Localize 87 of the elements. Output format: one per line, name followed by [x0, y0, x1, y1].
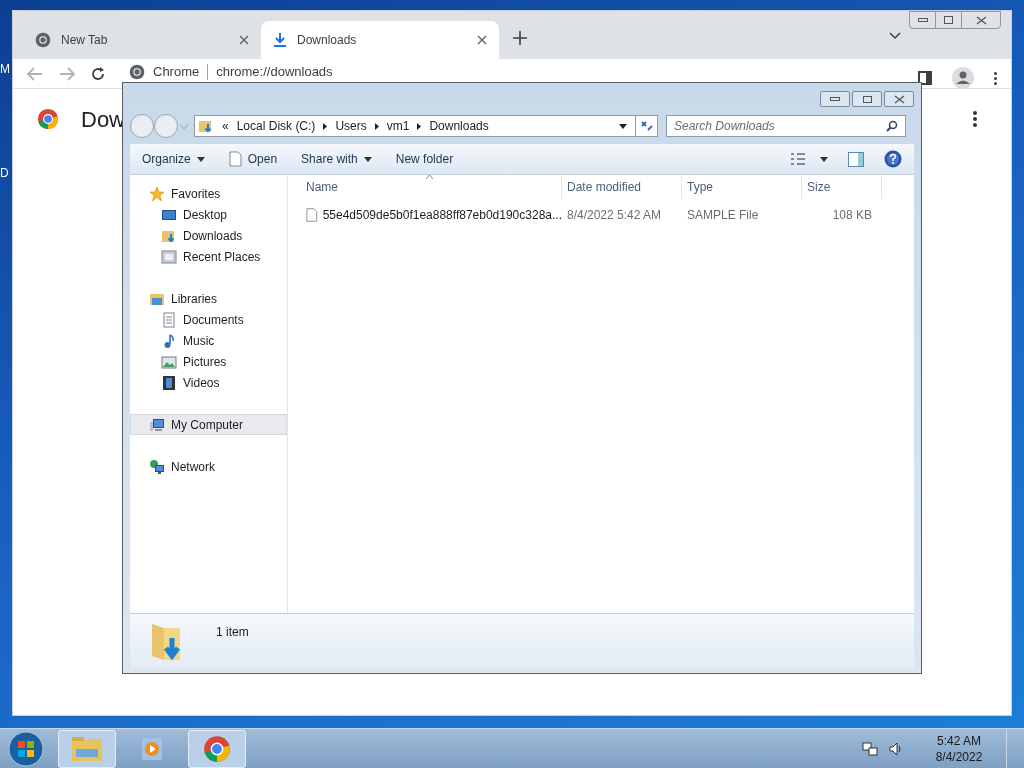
command-button[interactable]: New folder: [395, 150, 454, 168]
chrome-logo-icon: [203, 734, 231, 763]
column-header[interactable]: Name: [301, 175, 562, 199]
recent-places-icon: [161, 248, 177, 265]
nav-item[interactable]: Favorites: [130, 183, 287, 204]
nav-item[interactable]: Network: [130, 456, 287, 477]
network-icon: [149, 458, 165, 475]
caret-icon: [363, 156, 372, 162]
speaker-icon[interactable]: [888, 740, 904, 757]
chrome-icon: [35, 32, 51, 48]
nav-item[interactable]: Recent Places: [130, 246, 287, 267]
close-icon[interactable]: [477, 35, 487, 45]
desktop-icon-label: D: [0, 165, 9, 182]
command-button[interactable]: Share with: [301, 150, 372, 168]
search-input[interactable]: Search Downloads: [674, 117, 886, 135]
taskbar-button[interactable]: [188, 729, 246, 768]
sort-caret-icon: [426, 175, 433, 179]
play-icon: [140, 735, 164, 762]
nav-item[interactable]: Libraries: [130, 288, 287, 309]
breadcrumb-item[interactable]: vm1: [386, 117, 410, 135]
profile-avatar-icon[interactable]: [952, 67, 974, 89]
column-header[interactable]: Type: [682, 175, 802, 199]
side-panel-icon[interactable]: [918, 71, 932, 85]
browser-tab[interactable]: Downloads: [261, 21, 499, 59]
pictures-icon: [161, 353, 177, 370]
type-cell-text: SAMPLE File: [686, 207, 760, 224]
command-button[interactable]: Organize: [142, 150, 205, 168]
date-cell-text: 8/4/2022 5:42 AM: [566, 207, 663, 224]
nav-item[interactable]: Music: [130, 330, 287, 351]
more-icon[interactable]: [973, 111, 977, 127]
column-header[interactable]: Size: [802, 175, 882, 199]
item-count: 1 item: [216, 624, 249, 641]
folder-download-icon: [198, 118, 214, 134]
new-tab-icon[interactable]: [513, 31, 527, 45]
document-icon: [161, 311, 177, 328]
chevron-right-icon: [417, 122, 422, 130]
nav-item[interactable]: Downloads: [130, 225, 287, 246]
site-label: Chrome: [153, 65, 200, 78]
clock[interactable]: 5:42 AM 8/4/2022: [916, 732, 1002, 765]
close-icon[interactable]: [239, 35, 249, 45]
url-text[interactable]: chrome://downloads: [216, 65, 333, 78]
network-icon[interactable]: [862, 740, 878, 757]
download-icon: [273, 32, 287, 48]
star-icon: [149, 185, 165, 202]
address-bar[interactable]: « Local Disk (C:) Users vm1 Downloads: [194, 115, 658, 137]
file-row[interactable]: 55e4d509de5b0f1ea888ff87eb0d190c328a... 8/4/2022 5:42 AM SAMPLE File 108 KB: [301, 204, 914, 226]
computer-icon: [149, 416, 165, 433]
chrome-logo-icon: [37, 108, 59, 130]
nav-item[interactable]: Videos: [130, 372, 287, 393]
reload-icon[interactable]: [91, 66, 105, 81]
nav-item[interactable]: Desktop: [130, 204, 287, 225]
search-field[interactable]: Search Downloads: [666, 115, 906, 137]
close-icon: [975, 15, 987, 25]
caret-icon[interactable]: [619, 123, 627, 129]
file-icon: [306, 207, 318, 223]
caret-icon: [196, 156, 205, 162]
breadcrumb-item[interactable]: Downloads: [429, 117, 489, 135]
minimize-button[interactable]: [820, 91, 850, 107]
film-icon: [161, 374, 177, 391]
overflow-chevron[interactable]: «: [222, 117, 229, 135]
nav-item[interactable]: Documents: [130, 309, 287, 330]
size-cell-text: 108 KB: [831, 207, 873, 224]
maximize-button[interactable]: [852, 91, 882, 107]
document-icon: [228, 151, 242, 167]
chevron-right-icon: [323, 122, 328, 130]
breadcrumb-item[interactable]: Users: [335, 117, 367, 135]
close-icon: [893, 94, 905, 104]
preview-pane-icon[interactable]: [848, 151, 864, 167]
chrome-icon: [129, 63, 145, 80]
breadcrumb-item[interactable]: Local Disk (C:): [236, 117, 316, 135]
search-icon: [886, 120, 898, 132]
column-header[interactable]: Date modified: [562, 175, 682, 199]
file-name: 55e4d509de5b0f1ea888ff87eb0d190c328a...: [322, 207, 562, 224]
view-options-icon[interactable]: [790, 152, 806, 166]
menu-icon[interactable]: [994, 71, 997, 85]
command-button[interactable]: Open: [228, 150, 278, 168]
chevron-down-icon[interactable]: [889, 32, 901, 40]
folder-icon: [71, 734, 103, 763]
close-button[interactable]: [884, 91, 914, 107]
start-orb-icon[interactable]: [6, 729, 46, 768]
browser-tab[interactable]: New Tab: [23, 21, 261, 59]
nav-item[interactable]: Pictures: [130, 351, 287, 372]
nav-item[interactable]: My Computer: [130, 414, 287, 435]
desktop-icon-label: M: [0, 61, 10, 78]
help-icon[interactable]: [884, 150, 902, 168]
chevron-right-icon: [374, 122, 379, 130]
caret-icon: [820, 156, 828, 162]
